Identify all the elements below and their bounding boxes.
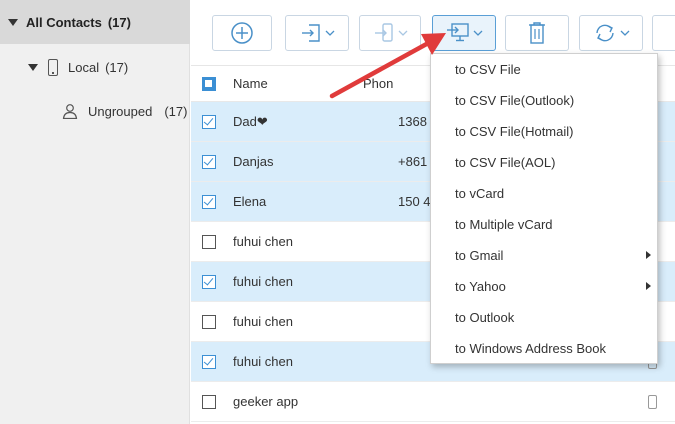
select-all-checkbox[interactable]: [202, 76, 216, 91]
menu-item-export[interactable]: to Multiple vCard: [431, 209, 657, 240]
menu-item-label: to Gmail: [455, 248, 504, 263]
contact-phone: +861: [398, 154, 428, 169]
expand-arrow-icon[interactable]: [28, 63, 38, 71]
phone-icon: [648, 395, 657, 409]
menu-item-export[interactable]: to CSV File(Outlook): [431, 85, 657, 116]
row-checkbox[interactable]: [202, 154, 216, 169]
table-row[interactable]: geeker app: [191, 382, 675, 422]
add-contact-button[interactable]: [212, 15, 272, 51]
menu-item-label: to CSV File(AOL): [455, 155, 556, 170]
menu-item-label: to Yahoo: [455, 279, 506, 294]
chevron-down-icon: [620, 30, 629, 36]
export-to-device-button[interactable]: [359, 15, 421, 51]
sidebar-item-all-contacts[interactable]: All Contacts (17): [0, 0, 190, 44]
expand-arrow-icon[interactable]: [8, 18, 18, 26]
contact-name: fuhui chen: [233, 274, 293, 289]
contact-phone: 1368: [398, 114, 427, 129]
export-to-device-icon: [374, 23, 393, 42]
contact-name: Elena: [233, 194, 267, 209]
row-checkbox[interactable]: [202, 394, 216, 409]
contact-name: fuhui chen: [233, 234, 293, 249]
import-icon: [301, 24, 320, 42]
contact-name: geeker app: [233, 394, 299, 409]
column-header-phone[interactable]: Phon: [363, 76, 393, 91]
menu-item-label: to Outlook: [455, 310, 515, 325]
menu-item-label: to Windows Address Book: [455, 341, 607, 356]
row-checkbox[interactable]: [202, 194, 216, 209]
contact-count: (17): [107, 14, 131, 30]
sidebar: All Contacts (17) Local (17) Ungrouped (…: [0, 0, 190, 424]
menu-item-export[interactable]: to CSV File: [431, 54, 657, 85]
menu-item-export[interactable]: to Outlook: [431, 302, 657, 333]
submenu-arrow-icon: [646, 251, 651, 259]
menu-item-export[interactable]: to vCard: [431, 178, 657, 209]
sidebar-item-label: Ungrouped: [88, 103, 153, 119]
submenu-arrow-icon: [646, 282, 651, 290]
menu-item-label: to vCard: [455, 186, 505, 201]
contact-name: Dad❤: [233, 113, 268, 129]
menu-item-export[interactable]: to CSV File(AOL): [431, 147, 657, 178]
export-dropdown-menu: to CSV File to CSV File(Outlook) to CSV Fi…: [430, 53, 658, 364]
row-checkbox[interactable]: [202, 234, 216, 249]
row-checkbox[interactable]: [202, 274, 216, 289]
menu-item-export[interactable]: to Windows Address Book: [431, 333, 657, 364]
menu-item-label: to CSV File: [455, 62, 521, 77]
menu-item-export[interactable]: to Gmail: [431, 240, 657, 271]
row-checkbox[interactable]: [202, 314, 216, 329]
contact-count: (17): [164, 103, 188, 119]
sidebar-item-local[interactable]: Local (17): [0, 52, 128, 82]
contact-name: Danjas: [233, 154, 274, 169]
import-button[interactable]: [285, 15, 349, 51]
menu-item-export[interactable]: to Yahoo: [431, 271, 657, 302]
contact-count: (17): [105, 59, 129, 75]
row-checkbox[interactable]: [202, 354, 216, 369]
chevron-down-icon: [473, 30, 482, 36]
export-to-computer-icon: [446, 23, 469, 42]
menu-item-label: to CSV File(Outlook): [455, 93, 575, 108]
export-to-computer-button[interactable]: [432, 15, 496, 51]
more-button[interactable]: [652, 15, 675, 51]
delete-icon: [529, 22, 545, 44]
add-icon: [231, 22, 253, 44]
person-icon: [62, 104, 78, 119]
delete-button[interactable]: [505, 15, 569, 51]
chevron-down-icon: [398, 30, 407, 36]
menu-item-label: to CSV File(Hotmail): [455, 124, 574, 139]
sidebar-item-label: All Contacts: [26, 14, 102, 30]
phone-icon: [48, 58, 58, 76]
menu-item-label: to Multiple vCard: [455, 217, 553, 232]
refresh-button[interactable]: [579, 15, 643, 51]
contact-name: fuhui chen: [233, 314, 293, 329]
sidebar-item-ungrouped[interactable]: Ungrouped (17): [0, 96, 187, 126]
sidebar-item-label: Local: [68, 59, 100, 75]
contact-name: fuhui chen: [233, 354, 293, 369]
refresh-icon: [595, 24, 614, 42]
column-header-name[interactable]: Name: [233, 76, 363, 91]
menu-item-export[interactable]: to CSV File(Hotmail): [431, 116, 657, 147]
row-checkbox[interactable]: [202, 114, 216, 129]
contact-phone: 150 4: [398, 194, 431, 209]
chevron-down-icon: [325, 30, 334, 36]
